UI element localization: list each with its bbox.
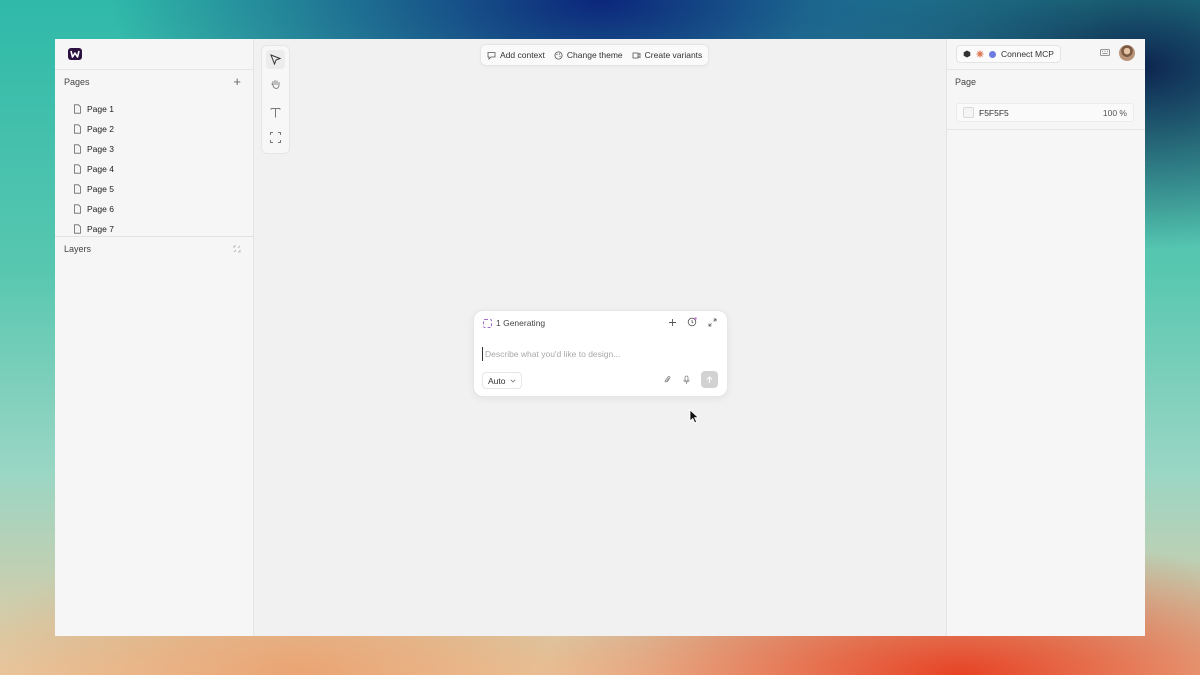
text-tool-icon: [270, 108, 281, 118]
change-theme-button[interactable]: Change theme: [554, 50, 623, 60]
page-item-label: Page 7: [87, 224, 114, 234]
page-background-color-field[interactable]: F5F5F5 100 %: [956, 103, 1134, 122]
page-item-label: Page 5: [87, 184, 114, 194]
hand-tool-icon: [271, 80, 280, 89]
history-button[interactable]: [687, 317, 697, 327]
page-item-1[interactable]: Page 1: [55, 99, 253, 119]
add-context-button[interactable]: Add context: [487, 50, 545, 60]
text-tool[interactable]: [266, 103, 285, 122]
plus-icon: [668, 318, 676, 326]
loading-spinner-icon: [483, 318, 492, 328]
claude-icon: [976, 50, 984, 58]
prompt-input[interactable]: [482, 347, 715, 361]
keyboard-icon[interactable]: [1100, 49, 1110, 56]
page-doc-icon: [74, 224, 81, 234]
create-variants-label: Create variants: [644, 50, 703, 60]
pages-title: Pages: [64, 77, 90, 87]
model-selector[interactable]: Auto: [482, 372, 522, 389]
select-tool-icon: [270, 54, 282, 66]
history-icon: [687, 317, 697, 327]
page-item-label: Page 3: [87, 144, 114, 154]
page-section-title: Page: [955, 77, 977, 87]
cube-icon: [963, 50, 971, 58]
opacity-value[interactable]: 100 %: [1103, 108, 1127, 118]
chevron-down-icon: [510, 379, 515, 383]
page-item-4[interactable]: Page 4: [55, 159, 253, 179]
expand-icon: [708, 318, 716, 326]
palette-icon: [554, 51, 563, 59]
tool-palette: [261, 45, 290, 154]
canvas-toolbar: Add context Change theme Create variants: [480, 44, 710, 66]
generation-status: 1 Generating: [483, 318, 545, 328]
variants-icon: [632, 52, 641, 58]
color-swatch[interactable]: [963, 107, 974, 118]
connect-mcp-button[interactable]: Connect MCP: [956, 45, 1061, 63]
page-item-6[interactable]: Page 6: [55, 199, 253, 219]
new-prompt-button[interactable]: [667, 317, 677, 327]
page-doc-icon: [74, 104, 81, 114]
layers-title: Layers: [64, 244, 92, 254]
page-item-label: Page 4: [87, 164, 114, 174]
create-variants-button[interactable]: Create variants: [632, 50, 703, 60]
frame-tool[interactable]: [266, 128, 285, 147]
divider: [947, 69, 1145, 70]
change-theme-label: Change theme: [566, 50, 623, 60]
user-avatar[interactable]: [1119, 45, 1135, 61]
add-page-button[interactable]: +: [233, 75, 241, 88]
page-item-5[interactable]: Page 5: [55, 179, 253, 199]
prompt-bottom-actions: [663, 371, 718, 388]
page-doc-icon: [74, 164, 81, 174]
page-doc-icon: [74, 204, 81, 214]
app-window: Pages + Page 1 Page 2 Page 3 Page 4 Page…: [55, 39, 1145, 636]
right-sidebar: Connect MCP Page F5F5F5 100 %: [946, 39, 1145, 636]
arrow-up-icon: [706, 375, 713, 383]
generation-status-label: 1 Generating: [496, 318, 546, 328]
divider: [55, 236, 253, 237]
add-context-label: Add context: [500, 50, 545, 60]
collapse-layers-icon[interactable]: [233, 245, 241, 253]
page-item-label: Page 2: [87, 124, 114, 134]
app-logo-icon[interactable]: [67, 46, 83, 62]
page-item-label: Page 6: [87, 204, 114, 214]
prompt-actions: [667, 317, 717, 327]
layers-header: Layers: [64, 242, 241, 256]
hand-tool[interactable]: [266, 75, 285, 94]
chat-icon: [487, 51, 496, 60]
select-tool[interactable]: [266, 50, 285, 69]
page-doc-icon: [74, 184, 81, 194]
microphone-icon[interactable]: [682, 375, 691, 385]
connect-mcp-label: Connect MCP: [1001, 49, 1054, 59]
attach-icon[interactable]: [663, 375, 672, 385]
frame-tool-icon: [270, 132, 281, 143]
divider: [55, 69, 253, 70]
model-selector-label: Auto: [488, 375, 506, 386]
left-sidebar: Pages + Page 1 Page 2 Page 3 Page 4 Page…: [55, 39, 254, 636]
page-item-label: Page 1: [87, 104, 114, 114]
mouse-pointer-icon: [689, 409, 700, 424]
page-doc-icon: [74, 144, 81, 154]
color-hex-value: F5F5F5: [979, 107, 1009, 118]
page-doc-icon: [74, 124, 81, 134]
pages-header: Pages +: [64, 75, 241, 89]
page-item-3[interactable]: Page 3: [55, 139, 253, 159]
send-button[interactable]: [701, 371, 718, 388]
divider: [947, 129, 1145, 130]
expand-button[interactable]: [707, 317, 717, 327]
prompt-card: 1 Generating Auto: [473, 310, 728, 397]
pages-list: Page 1 Page 2 Page 3 Page 4 Page 5 Page …: [55, 99, 253, 239]
page-item-2[interactable]: Page 2: [55, 119, 253, 139]
ai-provider-icon: [989, 50, 996, 58]
